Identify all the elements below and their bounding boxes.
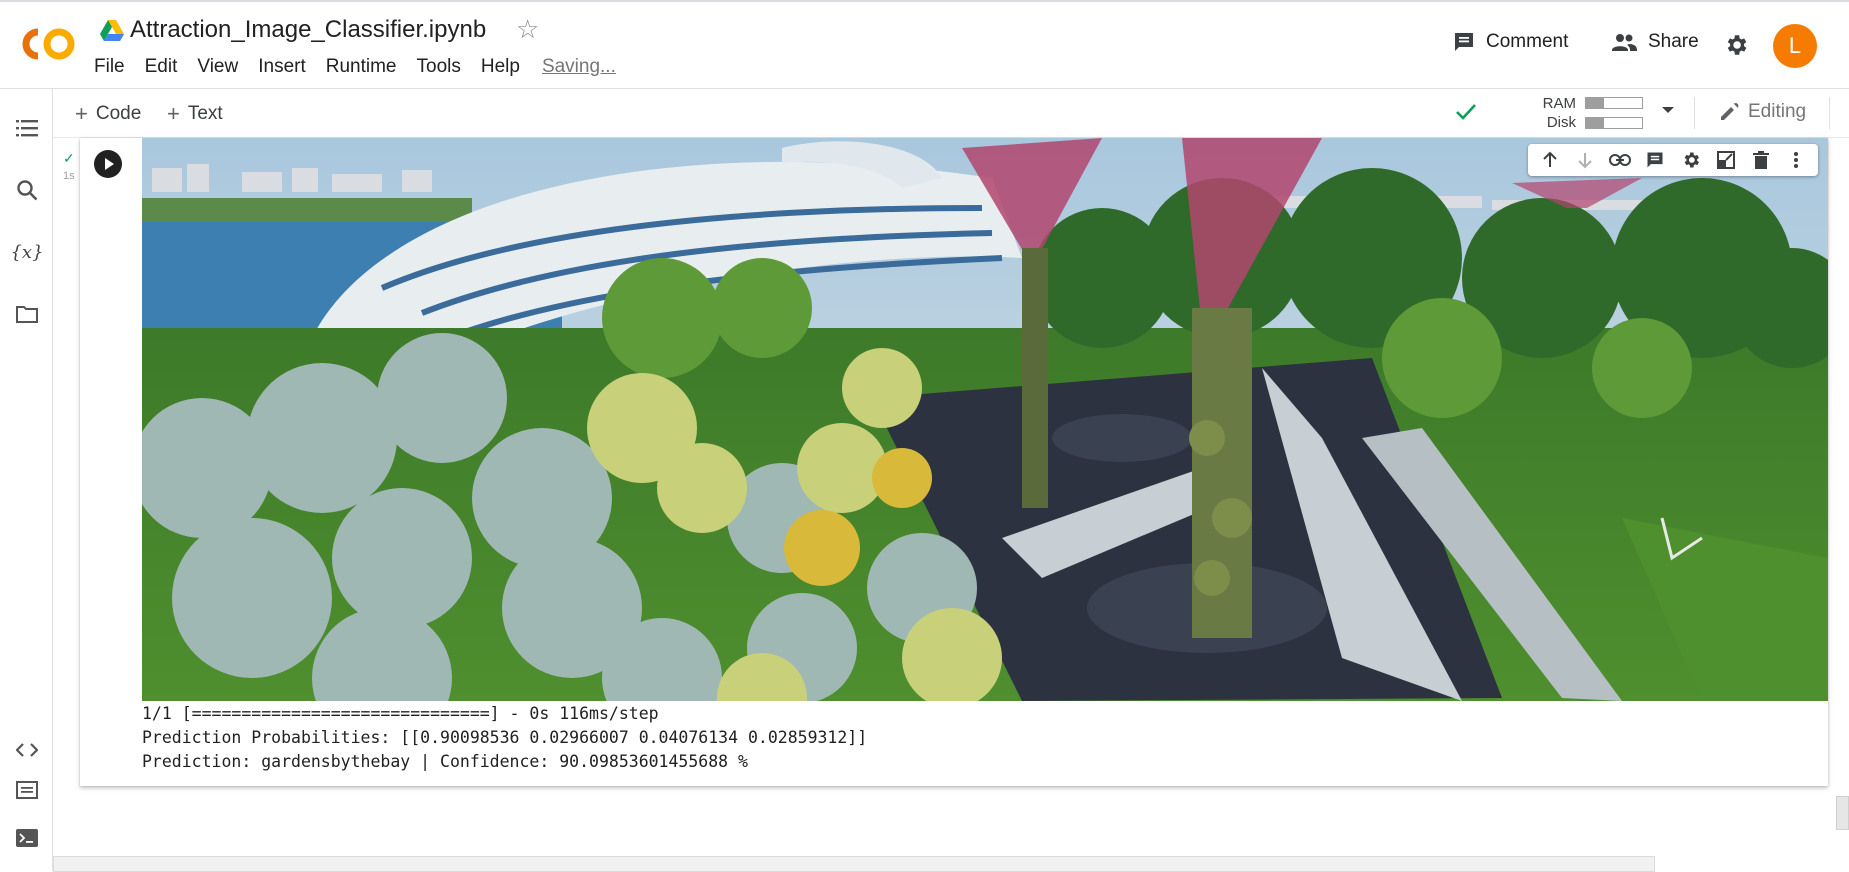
comment-icon[interactable] [1643,148,1667,172]
ram-label: RAM [1542,95,1576,112]
comment-button[interactable]: Comment [1452,30,1568,54]
disk-usage-bar [1585,117,1643,129]
code-snippets-icon[interactable] [14,737,40,763]
menu-help[interactable]: Help [481,56,520,78]
execution-success-icon: ✓ [63,150,75,166]
settings-icon[interactable] [1679,148,1703,172]
menu-edit[interactable]: Edit [145,56,178,78]
horizontal-scrollbar[interactable] [53,856,1655,872]
people-icon [1612,34,1637,51]
output-line: Prediction Probabilities: [[0.90098536 0… [142,728,868,747]
notebook-title[interactable]: Attraction_Image_Classifier.ipynb [130,16,486,44]
colab-logo[interactable] [16,24,78,64]
move-up-icon[interactable] [1538,148,1562,172]
search-icon[interactable] [14,177,40,203]
menu-bar: File Edit View Insert Runtime Tools Help… [94,56,616,78]
comment-icon [1455,33,1473,51]
cell-output-text: 1/1 [==============================] - 0… [142,702,867,774]
left-rail: {x} [0,89,53,871]
ram-usage-bar [1585,97,1643,109]
gardens-by-the-bay-photo [142,138,1828,701]
plus-icon: + [75,101,88,126]
share-label: Share [1648,31,1699,52]
google-drive-icon [100,20,124,41]
code-cell[interactable]: ✓ 1s 1/1 [==============================… [63,138,1828,786]
disk-usage-fill [1586,118,1604,128]
notebook-area: ✓ 1s 1/1 [==============================… [53,138,1849,872]
terminal-icon[interactable] [14,825,40,851]
pencil-icon [1721,103,1739,120]
toc-icon[interactable] [14,115,40,141]
app-header: Attraction_Image_Classifier.ipynb ☆ File… [0,2,1849,89]
menu-insert[interactable]: Insert [258,56,306,78]
cell-toolbar [1528,144,1818,176]
variables-icon[interactable]: {x} [10,239,43,265]
toolbar-divider [1694,97,1695,129]
output-line: 1/1 [==============================] - 0… [142,704,659,723]
vertical-scrollbar-thumb[interactable] [1836,796,1849,830]
menu-view[interactable]: View [197,56,238,78]
execution-time: 1s [63,170,75,182]
editing-mode-button[interactable]: Editing [1718,101,1806,123]
plus-icon: + [167,101,180,126]
add-text-label: Text [187,103,223,124]
delete-icon[interactable] [1749,148,1773,172]
star-icon[interactable]: ☆ [516,14,539,45]
comment-label: Comment [1486,31,1569,52]
editing-label: Editing [1748,101,1807,122]
toolbar-divider [1829,97,1830,129]
output-image [142,138,1828,701]
add-text-button[interactable]: + Text [167,101,223,127]
resource-bars[interactable] [1585,97,1643,137]
run-cell-button[interactable] [94,150,122,178]
account-avatar[interactable]: L [1773,24,1817,68]
share-button[interactable]: Share [1610,30,1699,54]
disk-label: Disk [1546,114,1576,131]
notebook-toolbar: + Code + Text RAM Disk Editing [53,89,1849,138]
more-icon[interactable] [1784,148,1808,172]
command-palette-icon[interactable] [14,777,40,803]
folder-icon[interactable] [14,301,40,327]
resource-labels[interactable]: RAM Disk [1486,94,1576,132]
add-code-label: Code [95,103,142,124]
menu-runtime[interactable]: Runtime [326,56,397,78]
link-icon[interactable] [1608,148,1632,172]
mirror-cell-icon[interactable] [1714,148,1738,172]
settings-gear-icon[interactable] [1723,32,1749,58]
ram-usage-fill [1586,98,1604,108]
menu-tools[interactable]: Tools [417,56,461,78]
add-code-button[interactable]: + Code [75,101,141,127]
move-down-icon[interactable] [1573,148,1597,172]
save-status[interactable]: Saving... [542,56,616,78]
chevron-down-icon[interactable] [1661,105,1675,115]
output-line: Prediction: gardensbythebay | Confidence… [142,752,748,771]
menu-file[interactable]: File [94,56,125,78]
connected-check-icon[interactable] [1455,103,1477,121]
